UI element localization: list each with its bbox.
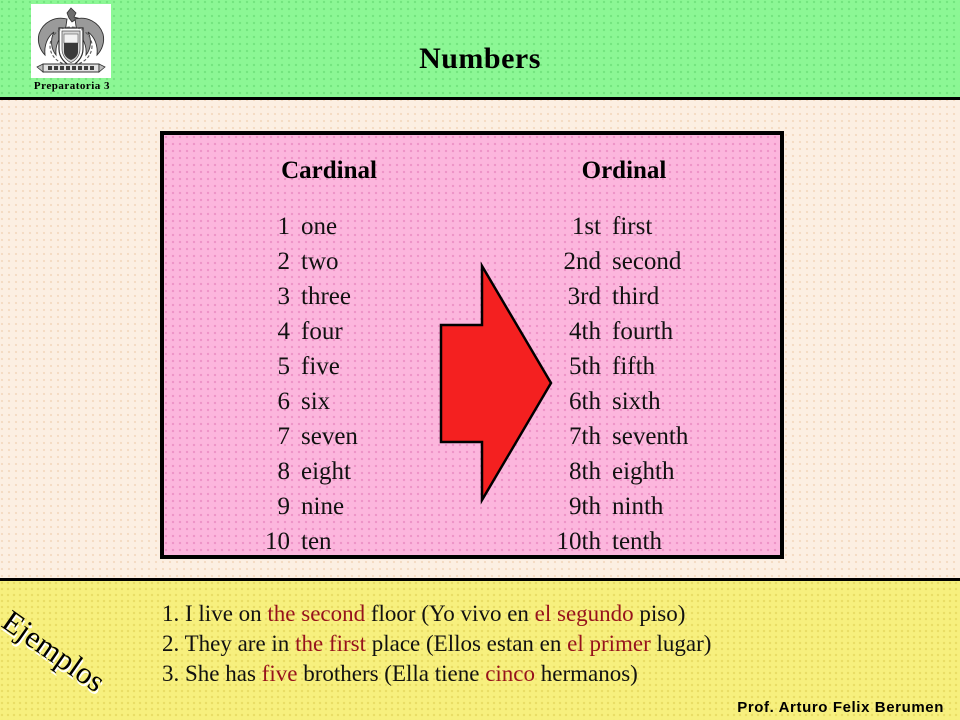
- numbers-panel: Cardinal Ordinal 1 one 2 two 3 three 4 four 5 fiv…: [160, 131, 784, 559]
- cardinal-numeral: 6: [277, 388, 291, 415]
- number-row: 2 two: [244, 244, 358, 279]
- cardinal-numeral: 9: [277, 493, 291, 520]
- ordinal-word: seventh: [612, 423, 689, 450]
- cardinal-word: three: [301, 283, 351, 310]
- example-text-accent: cinco: [485, 661, 536, 686]
- ordinal-word: fifth: [612, 353, 656, 380]
- cardinal-numeral: 1: [277, 213, 291, 240]
- cardinal-numeral: 10: [265, 528, 290, 555]
- cardinal-word: six: [301, 388, 331, 415]
- ordinal-word: eighth: [612, 458, 675, 485]
- logo-caption: Preparatoria 3: [33, 80, 111, 92]
- cardinal-word: four: [301, 318, 343, 345]
- ordinal-numeral: 1st: [571, 213, 601, 240]
- example-text-plain: She has: [179, 661, 262, 686]
- number-row: 7th seventh: [539, 419, 688, 454]
- example-text-accent: the first: [295, 631, 366, 656]
- ordinal-numeral: 2nd: [563, 248, 602, 275]
- ordinal-word: ninth: [612, 493, 664, 520]
- slide-header: Preparatoria 3 Numbers: [0, 0, 960, 100]
- ordinal-word: second: [612, 248, 682, 275]
- number-row: 9th ninth: [539, 489, 688, 524]
- example-text-plain: piso): [633, 601, 686, 626]
- ordinal-word: tenth: [612, 528, 662, 555]
- ordinal-numeral: 3rd: [567, 283, 601, 310]
- number-row: 3 three: [244, 279, 358, 314]
- number-row: 10 ten: [244, 524, 358, 559]
- ordinal-word: first: [612, 213, 653, 240]
- cardinal-word: nine: [301, 493, 345, 520]
- column-heading-ordinal: Ordinal: [581, 157, 667, 184]
- number-row: 1st first: [539, 209, 688, 244]
- number-row: 1 one: [244, 209, 358, 244]
- number-row: 8 eight: [244, 454, 358, 489]
- cardinal-numeral: 8: [277, 458, 291, 485]
- cardinal-word: two: [301, 248, 339, 275]
- cardinal-numeral: 7: [277, 423, 291, 450]
- examples-list: 1. I live on the second floor (Yo vivo e…: [162, 599, 952, 689]
- cardinal-numeral: 4: [277, 318, 291, 345]
- number-row: 7 seven: [244, 419, 358, 454]
- ordinal-word: third: [612, 283, 660, 310]
- ordinal-word: sixth: [612, 388, 661, 415]
- example-line: 3. She has five brothers (Ella tiene cin…: [162, 659, 952, 689]
- example-text-plain: floor (Yo vivo en: [365, 601, 535, 626]
- example-number: 3.: [162, 661, 180, 686]
- number-row: 10th tenth: [539, 524, 688, 559]
- number-row: 8th eighth: [539, 454, 688, 489]
- ordinal-numeral: 6th: [569, 388, 601, 415]
- cardinal-word: five: [301, 353, 340, 380]
- example-number: 1.: [162, 601, 180, 626]
- example-text-plain: place (Ellos estan en: [365, 631, 568, 656]
- ordinal-numeral: 5th: [569, 353, 601, 380]
- number-row: 5 five: [244, 349, 358, 384]
- number-row: 6 six: [244, 384, 358, 419]
- number-row: 6th sixth: [539, 384, 688, 419]
- example-number: 2.: [162, 631, 180, 656]
- slide-canvas: Preparatoria 3 Numbers Cardinal Ordinal …: [0, 0, 960, 720]
- ordinal-numeral: 9th: [569, 493, 601, 520]
- example-text-plain: brothers (Ella tiene: [297, 661, 486, 686]
- ordinal-numeral: 10th: [556, 528, 601, 555]
- example-text-accent: five: [261, 661, 298, 686]
- column-heading-cardinal: Cardinal: [281, 157, 377, 184]
- example-text-plain: I live on: [179, 601, 268, 626]
- cardinal-word: one: [301, 213, 338, 240]
- number-row: 3rd third: [539, 279, 688, 314]
- page-title: Numbers: [419, 42, 541, 75]
- example-line: 2. They are in the first place (Ellos es…: [162, 629, 952, 659]
- ordinal-numeral: 8th: [569, 458, 601, 485]
- cardinal-word: eight: [301, 458, 351, 485]
- right-arrow-icon: [439, 261, 553, 505]
- cardinal-word: ten: [301, 528, 332, 555]
- example-text-accent: el primer: [567, 631, 651, 656]
- number-row: 2nd second: [539, 244, 688, 279]
- number-row: 4 four: [244, 314, 358, 349]
- examples-label: Ejemplos: [0, 603, 112, 699]
- number-row: 9 nine: [244, 489, 358, 524]
- example-line: 1. I live on the second floor (Yo vivo e…: [162, 599, 952, 629]
- examples-section: Ejemplos 1. I live on the second floor (…: [0, 578, 960, 720]
- example-text-accent: el segundo: [534, 601, 634, 626]
- cardinal-number-list: 1 one 2 two 3 three 4 four 5 five 6 six 7 seven 8 eight…: [244, 209, 358, 559]
- example-text-plain: They are in: [179, 631, 296, 656]
- cardinal-numeral: 2: [277, 248, 291, 275]
- example-text-plain: lugar): [650, 631, 712, 656]
- ordinal-number-list: 1st first 2nd second 3rd third 4th fourth 5th fif…: [539, 209, 689, 559]
- cardinal-numeral: 5: [277, 353, 291, 380]
- cardinal-word: seven: [301, 423, 358, 450]
- example-text-accent: the second: [267, 601, 366, 626]
- author-credit: Prof. Arturo Felix Berumen: [737, 699, 944, 716]
- number-row: 5th fifth: [539, 349, 688, 384]
- ordinal-numeral: 7th: [569, 423, 601, 450]
- ordinal-word: fourth: [612, 318, 674, 345]
- ordinal-numeral: 4th: [569, 318, 601, 345]
- number-row: 4th fourth: [539, 314, 688, 349]
- cardinal-numeral: 3: [277, 283, 291, 310]
- example-text-plain: hermanos): [535, 661, 638, 686]
